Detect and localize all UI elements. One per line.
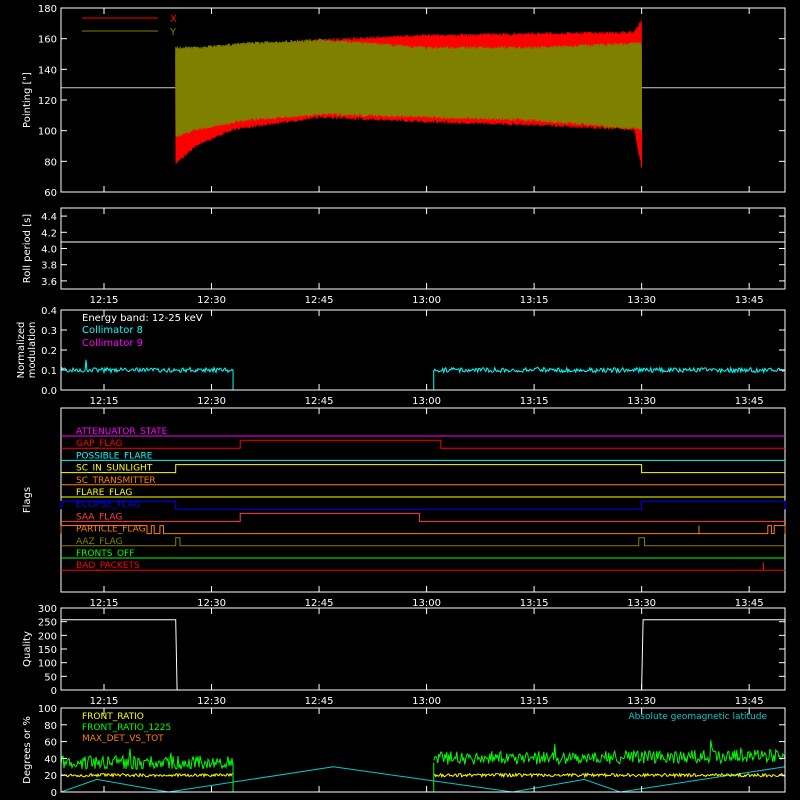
- flag-label-eclipse-flag: ECLIPSE_FLAG: [76, 500, 140, 510]
- roll-xtick-label: 12:30: [197, 295, 226, 306]
- front_ratio-ytick-label: 0: [51, 788, 57, 799]
- roll-xtick-label: 12:15: [90, 295, 119, 306]
- legend-front-ratio-1225: FRONT_RATIO_1225: [82, 723, 171, 733]
- flag-label-flare-flag: FLARE_FLAG: [76, 488, 132, 498]
- pointing-ytick-label: 180: [38, 4, 57, 15]
- flags-xtick-label: 12:15: [90, 598, 119, 609]
- pointing-ytick-label: 160: [38, 35, 57, 46]
- quality-ytick-label: 200: [38, 631, 57, 642]
- modulation-ytick-label: 0.2: [41, 346, 57, 357]
- quality-xtick-label: 13:45: [735, 696, 764, 707]
- modulation-xtick-label: 12:45: [305, 396, 334, 407]
- pointing-ytick-label: 60: [44, 188, 57, 199]
- roll-ylabel: Roll period [s]: [22, 214, 33, 283]
- flag-label-gap-flag: GAP_FLAG: [76, 439, 122, 449]
- flag-label-particle-flag: PARTICLE_FLAG: [76, 525, 146, 535]
- flag-label-sc-transmitter: SC_TRANSMITTER: [76, 476, 156, 486]
- modulation-annotation: Energy band: 12-25 keV: [82, 313, 203, 324]
- quality-xtick-label: 13:15: [520, 696, 549, 707]
- pointing-ylabel: Pointing ["]: [22, 72, 33, 128]
- modulation-ytick-label: 0.3: [41, 326, 57, 337]
- modulation-legend-collimator-8: Collimator 8: [82, 325, 143, 336]
- quality-ytick-label: 300: [38, 604, 57, 615]
- pointing-ytick-label: 120: [38, 96, 57, 107]
- front_ratio-ylabel: Degrees or %: [22, 716, 33, 784]
- roll-ytick-label: 4.2: [41, 228, 57, 239]
- modulation-ylabel: Normalizedmodulation: [16, 322, 38, 379]
- legend-front-ratio: FRONT_RATIO: [82, 712, 144, 722]
- quality-ytick-label: 250: [38, 618, 57, 629]
- modulation-xtick-label: 12:15: [90, 396, 119, 407]
- modulation-ytick-label: 0.4: [41, 306, 57, 317]
- front_ratio-ytick-label: 80: [44, 721, 57, 732]
- flag-label-sc-in-sunlight: SC_IN_SUNLIGHT: [76, 464, 153, 474]
- quality-ylabel: Quality: [22, 631, 33, 667]
- roll-xtick-label: 12:45: [305, 295, 334, 306]
- figure: 60 80 100 120 140 160 180 Pointing ["] XY 12:15 12…: [0, 0, 800, 800]
- legend-max-det-vs-tot: MAX_DET_VS_TOT: [82, 734, 164, 744]
- pointing-ytick-label: 100: [38, 127, 57, 138]
- front_ratio-ytick-label: 20: [44, 771, 57, 782]
- quality-ytick-label: 0: [51, 686, 57, 697]
- modulation-xtick-label: 12:30: [197, 396, 226, 407]
- modulation-ytick-label: 0.0: [41, 386, 57, 397]
- quality-xtick-label: 13:30: [627, 696, 656, 707]
- roll-xtick-label: 13:00: [412, 295, 441, 306]
- roll-ytick-label: 4.4: [41, 212, 57, 223]
- roll-ytick-label: 3.6: [41, 277, 57, 288]
- quality-ytick-label: 150: [38, 645, 57, 656]
- legend-geomagnetic-latitude: Absolute geomagnetic latitude: [628, 712, 767, 722]
- pointing-legend-label-y: Y: [169, 27, 177, 38]
- quality-xtick-label: 12:45: [305, 696, 334, 707]
- flags-xtick-label: 13:15: [520, 598, 549, 609]
- flag-label-possible-flare: POSSIBLE_FLARE: [76, 451, 153, 461]
- pointing-ytick-label: 80: [44, 157, 57, 168]
- roll-xtick-label: 13:30: [627, 295, 656, 306]
- quality-xtick-label: 12:30: [197, 696, 226, 707]
- front_ratio-ytick-label: 40: [44, 754, 57, 765]
- pointing-legend-label-x: X: [170, 14, 177, 25]
- flag-label-fronts-off: FRONTS_OFF: [76, 549, 134, 559]
- flags-xtick-label: 13:45: [735, 598, 764, 609]
- quality-xtick-label: 13:00: [412, 696, 441, 707]
- roll-ytick-label: 3.8: [41, 261, 57, 272]
- flags-xtick-label: 12:30: [197, 598, 226, 609]
- flags-ylabel: Flags: [22, 487, 33, 513]
- flags-xtick-label: 13:30: [627, 598, 656, 609]
- roll-xtick-label: 13:15: [520, 295, 549, 306]
- modulation-xtick-label: 13:15: [520, 396, 549, 407]
- pointing-ytick-label: 140: [38, 65, 57, 76]
- roll-xtick-label: 13:45: [735, 295, 764, 306]
- flag-label-attenuator-state: ATTENUATOR_STATE: [76, 427, 168, 437]
- modulation-xtick-label: 13:00: [412, 396, 441, 407]
- roll-ytick-label: 4.0: [41, 245, 57, 256]
- modulation-ytick-label: 0.1: [41, 366, 57, 377]
- front_ratio-ytick-label: 60: [44, 738, 57, 749]
- flags-xtick-label: 13:00: [412, 598, 441, 609]
- modulation-legend-collimator-9: Collimator 9: [82, 338, 143, 349]
- modulation-xtick-label: 13:45: [735, 396, 764, 407]
- modulation-xtick-label: 13:30: [627, 396, 656, 407]
- front_ratio-ytick-label: 100: [38, 704, 57, 715]
- quality-ytick-label: 50: [44, 672, 57, 683]
- flags-xtick-label: 12:45: [305, 598, 334, 609]
- flag-label-bad-packets: BAD_PACKETS: [76, 561, 140, 571]
- flag-label-saa-flag: SAA_FLAG: [76, 512, 122, 522]
- quality-xtick-label: 12:15: [90, 696, 119, 707]
- flag-label-aaz-flag: AAZ_FLAG: [76, 537, 123, 547]
- quality-ytick-label: 100: [38, 659, 57, 670]
